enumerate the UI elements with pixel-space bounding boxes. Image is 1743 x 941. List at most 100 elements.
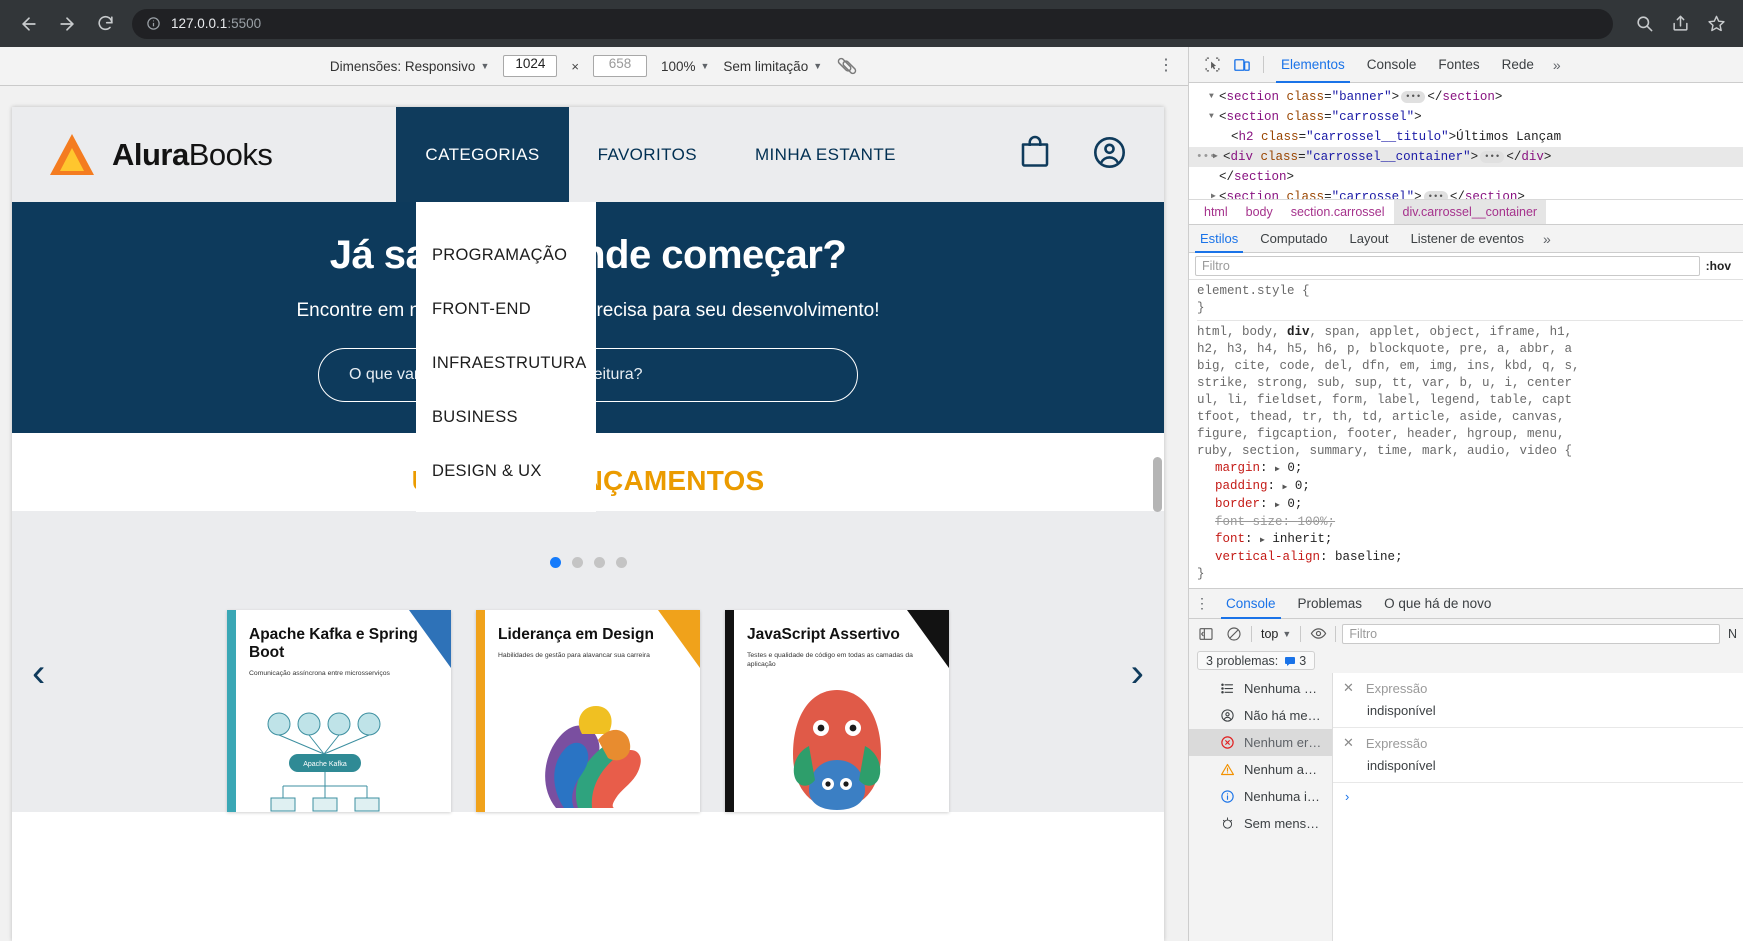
brand-logo-group[interactable]: AluraBooks: [48, 132, 273, 178]
dom-node[interactable]: ▼ <section class="banner"> ••• </section>: [1189, 87, 1743, 107]
expand-twisty-icon[interactable]: ▼: [1209, 107, 1214, 127]
device-toolbar-kebab-icon[interactable]: ⋮: [1158, 58, 1174, 74]
drawer-tab-o-que-ha-de-novo[interactable]: O que há de novo: [1373, 589, 1502, 619]
nav-item-favoritos[interactable]: FAVORITOS: [569, 107, 726, 202]
carousel-prev-button[interactable]: ‹: [32, 653, 45, 693]
css-declaration-vertical-align[interactable]: vertical-align: baseline;: [1197, 549, 1743, 566]
tab-console[interactable]: Console: [1356, 47, 1428, 83]
dropdown-item-infraestrutura[interactable]: INFRAESTRUTURA: [416, 336, 596, 390]
console-levels-dropdown[interactable]: N: [1726, 627, 1737, 641]
dropdown-item-front-end[interactable]: FRONT-END: [416, 282, 596, 336]
carousel-dot-1[interactable]: [549, 557, 561, 568]
book-card[interactable]: JavaScript Assertivo Testes e qualidade …: [725, 610, 949, 812]
star-icon[interactable]: [1701, 9, 1731, 39]
drawer-tab-problemas[interactable]: Problemas: [1287, 589, 1374, 619]
message-filter-info[interactable]: Nenhuma i…: [1189, 783, 1332, 810]
breadcrumb-body[interactable]: body: [1237, 200, 1282, 225]
nav-item-minha-estante[interactable]: MINHA ESTANTE: [726, 107, 925, 202]
dom-node[interactable]: ▶ <section class="carrossel"> ••• </sectio…: [1189, 187, 1743, 199]
breadcrumb-section-carrossel[interactable]: section.carrossel: [1282, 200, 1394, 225]
css-declaration-font-size[interactable]: font-size: 100%;: [1197, 514, 1743, 531]
css-selector-line[interactable]: strike, strong, sub, sup, tt, var, b, u,…: [1197, 375, 1743, 392]
css-declaration-padding[interactable]: padding: ▶ 0;: [1197, 478, 1743, 496]
close-icon[interactable]: ✕: [1343, 735, 1354, 751]
book-card[interactable]: Liderança em Design Habilidades de gestã…: [476, 610, 700, 812]
viewport-height-input[interactable]: 658: [592, 55, 647, 77]
dom-node[interactable]: </section>: [1189, 167, 1743, 187]
expand-twisty-icon[interactable]: ▶: [1213, 147, 1218, 167]
expand-twisty-icon[interactable]: ▼: [1209, 87, 1214, 107]
css-declaration-margin[interactable]: margin: ▶ 0;: [1197, 460, 1743, 478]
more-tabs-icon[interactable]: »: [1545, 57, 1569, 73]
tab-listener-de-eventos[interactable]: Listener de eventos: [1400, 224, 1535, 253]
shopping-bag-icon[interactable]: [1017, 134, 1053, 175]
collapsed-content-icon[interactable]: •••: [1401, 90, 1426, 103]
carousel-dot-3[interactable]: [593, 557, 605, 568]
breadcrumb-div-carrossel-container[interactable]: div.carrossel__container: [1393, 199, 1547, 225]
collapsed-content-icon[interactable]: •••: [1423, 190, 1448, 199]
zoom-dropdown[interactable]: 100% ▼: [661, 59, 709, 74]
css-selector-line[interactable]: tfoot, thead, tr, th, td, article, aside…: [1197, 409, 1743, 426]
book-card[interactable]: Apache Kafka e Spring Boot Comunicação a…: [227, 610, 451, 812]
collapsed-content-icon[interactable]: •••: [1480, 150, 1505, 163]
kebab-menu-icon[interactable]: ⋮: [1189, 595, 1215, 612]
share-icon[interactable]: [1665, 9, 1695, 39]
tab-fontes[interactable]: Fontes: [1427, 47, 1490, 83]
throttling-dropdown[interactable]: Sem limitação ▼: [723, 59, 822, 74]
message-filter-all[interactable]: Nenhuma …: [1189, 675, 1332, 702]
more-style-tabs-icon[interactable]: »: [1535, 231, 1559, 247]
console-prompt[interactable]: ›: [1333, 783, 1743, 804]
console-filter-input[interactable]: Filtro: [1342, 623, 1720, 644]
dom-node-selected[interactable]: ••• ▶ <div class="carrossel__container">…: [1189, 147, 1743, 167]
rotate-device-icon[interactable]: [836, 55, 858, 77]
message-filter-errors[interactable]: Nenhum er…: [1189, 729, 1332, 756]
tab-estilos[interactable]: Estilos: [1189, 224, 1249, 253]
css-selector-line[interactable]: figure, figcaption, footer, header, hgro…: [1197, 426, 1743, 443]
page-scrollbar-thumb[interactable]: [1153, 457, 1162, 512]
viewport-width-input[interactable]: 1024: [503, 55, 558, 77]
device-toolbar-icon[interactable]: [1227, 50, 1257, 80]
live-expression-icon[interactable]: [1307, 623, 1329, 645]
nav-item-categorias[interactable]: CATEGORIAS: [396, 107, 569, 202]
tab-rede[interactable]: Rede: [1491, 47, 1545, 83]
css-declaration-font[interactable]: font: ▶ inherit;: [1197, 531, 1743, 549]
reload-icon[interactable]: [88, 7, 122, 41]
dom-node[interactable]: <h2 class="carrossel__titulo">Últimos La…: [1189, 127, 1743, 147]
css-selector[interactable]: element.style {: [1197, 283, 1743, 300]
console-context-dropdown[interactable]: top ▼: [1258, 627, 1294, 641]
drawer-tab-console[interactable]: Console: [1215, 589, 1287, 619]
expand-twisty-icon[interactable]: ▶: [1211, 187, 1216, 199]
hov-toggle[interactable]: :hov: [1706, 259, 1737, 273]
css-selector-line[interactable]: ul, li, fieldset, form, label, legend, t…: [1197, 392, 1743, 409]
tab-elementos[interactable]: Elementos: [1270, 47, 1356, 83]
address-bar[interactable]: 127.0.0.1:5500: [132, 8, 1613, 39]
carousel-dot-2[interactable]: [571, 557, 583, 568]
css-selector-line[interactable]: ruby, section, summary, time, mark, audi…: [1197, 443, 1743, 460]
show-console-sidebar-icon[interactable]: [1195, 623, 1217, 645]
dropdown-item-programacao[interactable]: PROGRAMAÇÃO: [416, 228, 596, 282]
dom-node[interactable]: ▼ <section class="carrossel">: [1189, 107, 1743, 127]
message-filter-warnings[interactable]: Nenhum a…: [1189, 756, 1332, 783]
clear-console-icon[interactable]: [1223, 623, 1245, 645]
dimensions-dropdown[interactable]: Dimensões: Responsivo ▼: [330, 59, 490, 74]
back-arrow-icon[interactable]: [12, 7, 46, 41]
dropdown-item-design-ux[interactable]: DESIGN & UX: [416, 444, 596, 498]
dropdown-item-business[interactable]: BUSINESS: [416, 390, 596, 444]
message-filter-verbose[interactable]: Sem mens…: [1189, 810, 1332, 837]
info-circle-icon[interactable]: [146, 16, 161, 31]
breadcrumb-html[interactable]: html: [1195, 200, 1237, 225]
issues-chip[interactable]: 3 problemas: 3: [1197, 651, 1316, 670]
css-declaration-border[interactable]: border: ▶ 0;: [1197, 496, 1743, 514]
tab-layout[interactable]: Layout: [1339, 224, 1400, 253]
styles-filter-input[interactable]: Filtro: [1195, 256, 1700, 276]
message-filter-user[interactable]: Não há me…: [1189, 702, 1332, 729]
user-account-icon[interactable]: [1091, 134, 1128, 176]
carousel-dot-4[interactable]: [615, 557, 627, 568]
tab-computado[interactable]: Computado: [1249, 224, 1338, 253]
close-icon[interactable]: ✕: [1343, 680, 1354, 696]
css-selector-line[interactable]: html, body, div, span, applet, object, i…: [1197, 324, 1743, 341]
zoom-search-icon[interactable]: [1629, 9, 1659, 39]
forward-arrow-icon[interactable]: [50, 7, 84, 41]
carousel-next-button[interactable]: ›: [1131, 653, 1144, 693]
css-selector-line[interactable]: big, cite, code, del, dfn, em, img, ins,…: [1197, 358, 1743, 375]
